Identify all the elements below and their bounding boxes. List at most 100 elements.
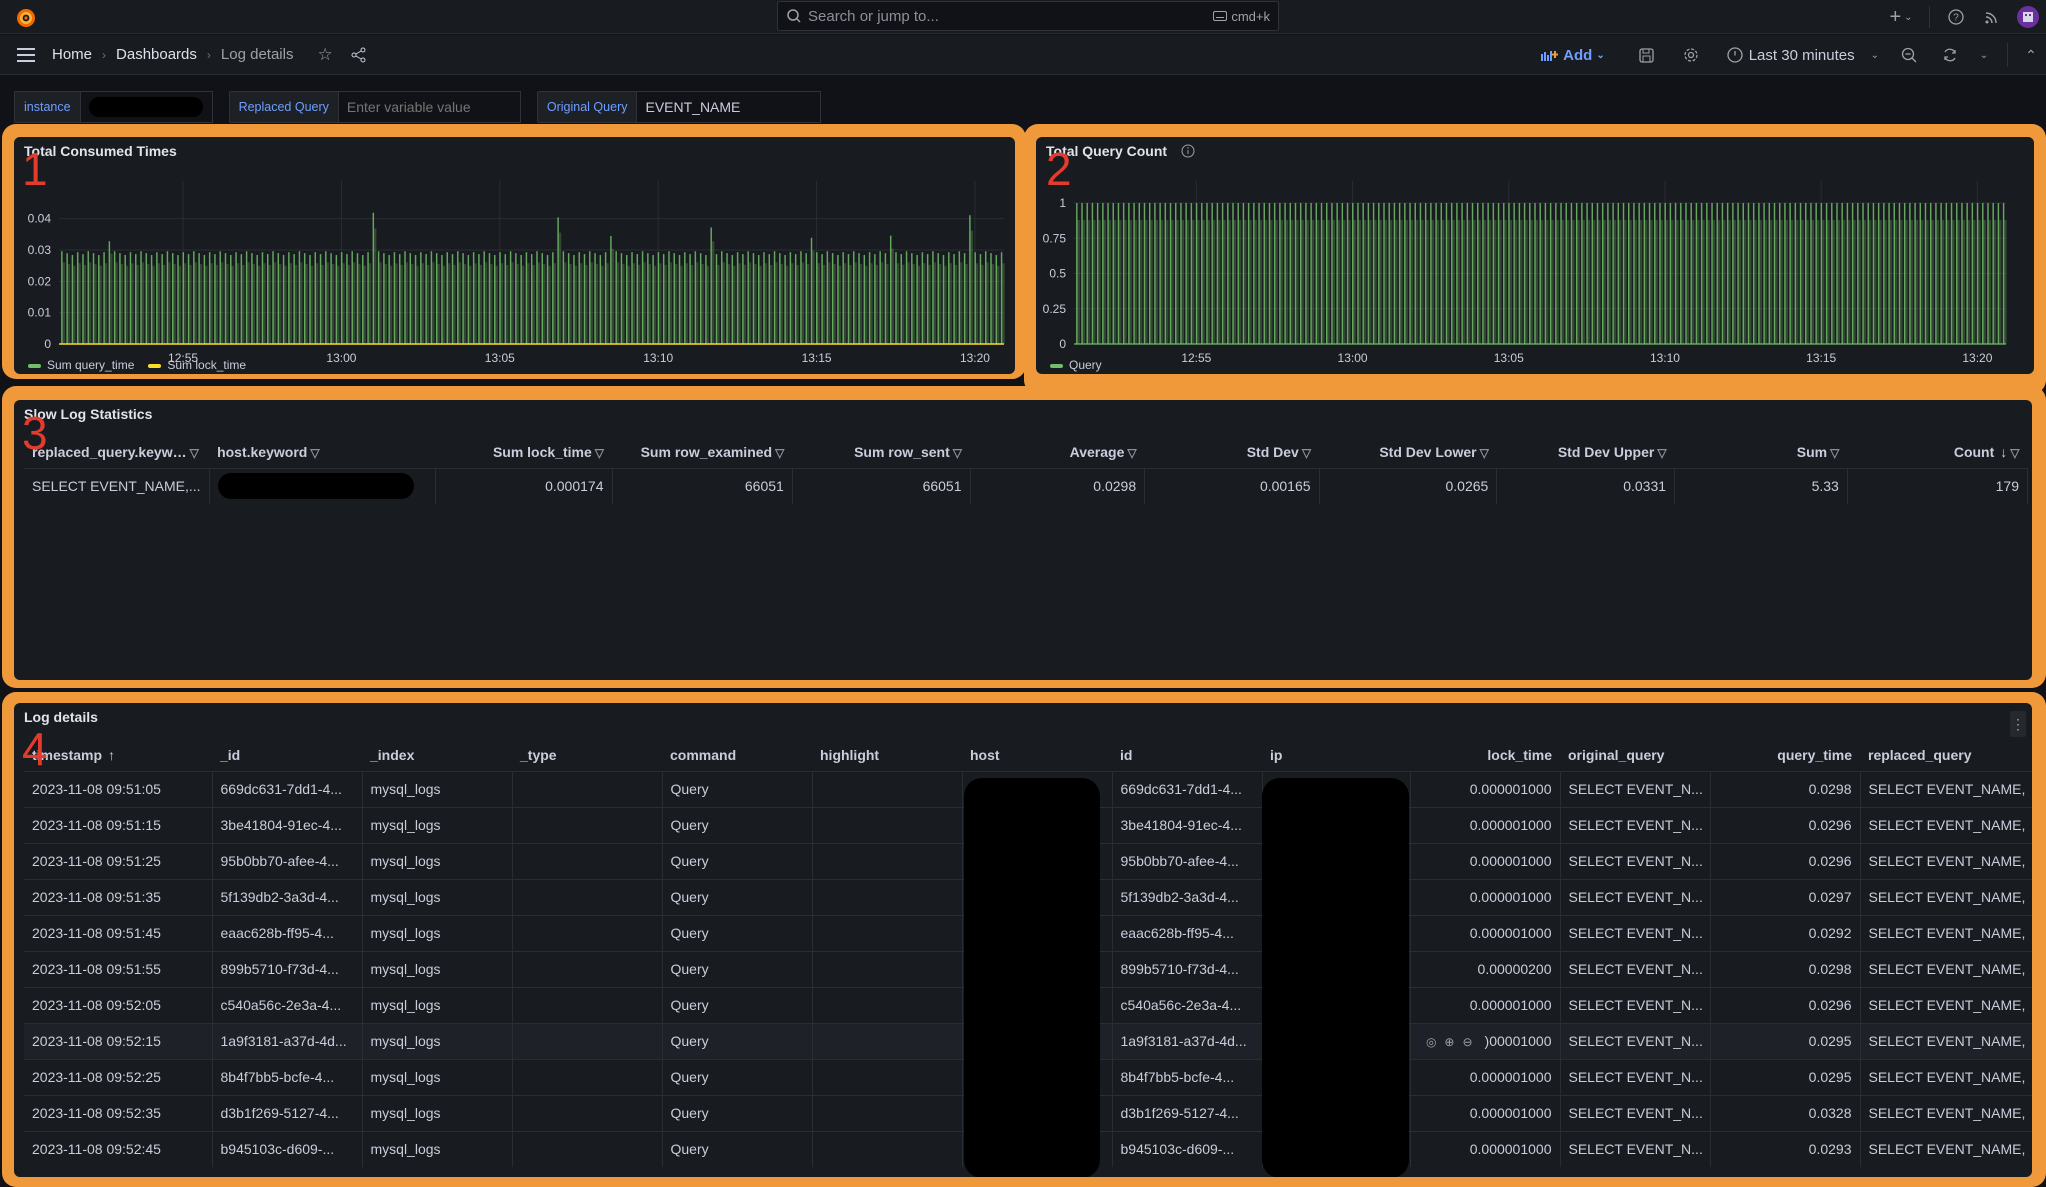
column-header[interactable]: Average ▽	[970, 436, 1145, 468]
data-bar	[1352, 203, 1354, 344]
refresh-icon[interactable]	[1931, 47, 1969, 63]
column-header[interactable]: Sum ▽	[1675, 436, 1848, 468]
column-header[interactable]: id	[1112, 739, 1262, 771]
column-header[interactable]: query_time	[1710, 739, 1860, 771]
data-bar	[124, 255, 126, 344]
new-plus-icon[interactable]: + ⌄	[1881, 6, 1921, 29]
filter-out-value-icon[interactable]: ⊖	[1462, 1035, 1472, 1049]
zoom-out-icon[interactable]	[1887, 47, 1931, 63]
sort-desc-icon[interactable]: ↓	[2000, 444, 2007, 460]
table-cell	[812, 914, 963, 951]
refresh-interval-chevron-icon[interactable]: ⌄	[1969, 50, 1999, 61]
table-row[interactable]: SELECT EVENT_NAME,... 0.000174 66051 66051 0…	[24, 467, 2029, 504]
collapse-chevron-up-icon[interactable]: ⌃	[2016, 47, 2046, 64]
filter-icon[interactable]: ▽	[595, 446, 604, 460]
data-bar	[1305, 203, 1307, 344]
data-bar-fill	[796, 264, 799, 344]
variable-input-replaced-query[interactable]	[338, 91, 521, 123]
data-bar	[631, 252, 633, 344]
column-header[interactable]: command	[662, 739, 812, 771]
column-header[interactable]: Sum row_examined ▽	[612, 436, 792, 468]
filter-icon[interactable]: ▽	[953, 446, 962, 460]
column-header[interactable]: timestamp ↑	[24, 739, 212, 771]
column-header[interactable]: replaced_query	[1860, 739, 2032, 771]
data-bar-fill	[1967, 219, 1971, 344]
column-header[interactable]: lock_time	[1410, 739, 1560, 771]
table-cell: d3b1f269-5127-4...	[1112, 1094, 1263, 1131]
data-bar-fill	[748, 262, 752, 344]
filter-icon[interactable]: ▽	[1480, 446, 1489, 460]
legend-item-query-time[interactable]: Sum query_time	[28, 358, 134, 372]
data-bar-fill	[1514, 219, 1518, 344]
news-rss-icon[interactable]	[1974, 9, 2010, 25]
filter-icon[interactable]: ▽	[190, 446, 199, 460]
table-cell	[812, 1094, 963, 1131]
panel-menu-icon[interactable]: ⋮	[2010, 711, 2026, 737]
table-cell: 8b4f7bb5-bcfe-4...	[212, 1058, 363, 1095]
filter-icon[interactable]: ▽	[2010, 446, 2019, 460]
add-button[interactable]: Add ⌄	[1541, 47, 1605, 64]
table-cell: 0.000001000	[1410, 986, 1561, 1023]
column-header[interactable]: _id	[212, 739, 362, 771]
data-bar-fill	[273, 262, 277, 344]
filter-for-value-icon[interactable]: ⊕	[1444, 1035, 1454, 1049]
data-bar	[351, 251, 353, 344]
data-bar-fill	[859, 264, 863, 344]
user-avatar[interactable]	[2010, 6, 2046, 28]
table-cell: mysql_logs	[362, 806, 513, 843]
column-header[interactable]: ip	[1262, 739, 1410, 771]
query-count-chart[interactable]: 0 0.25 0.5 0.75 1 12:55 13:00 13:05 13:10 13:15 13…	[1036, 149, 2034, 364]
table-cell	[209, 467, 437, 504]
grafana-logo-icon[interactable]	[14, 5, 38, 29]
search-bar[interactable]: Search or jump to... cmd+k	[777, 1, 1279, 31]
legend-item-lock-time[interactable]: Sum lock_time	[148, 358, 246, 372]
time-range-picker[interactable]: Last 30 minutes ⌄	[1727, 47, 1879, 64]
column-header[interactable]: Std Dev Lower ▽	[1319, 436, 1497, 468]
data-bar	[340, 252, 343, 344]
column-header[interactable]: _index	[362, 739, 512, 771]
data-bar	[1919, 203, 1922, 344]
sort-asc-icon[interactable]: ↑	[108, 747, 115, 763]
help-icon[interactable]: ?	[1938, 9, 1974, 25]
filter-icon[interactable]: ▽	[775, 446, 784, 460]
filter-icon[interactable]: ▽	[1657, 446, 1666, 460]
data-bar	[921, 252, 924, 344]
data-bar	[1294, 203, 1297, 344]
data-bar	[367, 252, 369, 344]
column-header[interactable]: Count ↓ ▽	[1847, 436, 2027, 468]
filter-icon[interactable]: ▽	[310, 446, 319, 460]
star-icon[interactable]: ☆	[317, 45, 332, 65]
share-icon[interactable]	[351, 47, 367, 63]
data-bar-fill	[1244, 219, 1247, 344]
column-header[interactable]: host.keyword ▽	[209, 436, 436, 468]
variable-input-original-query[interactable]: EVENT_NAME	[637, 91, 822, 123]
data-bar-fill	[1634, 219, 1637, 344]
data-bar	[430, 251, 433, 344]
breadcrumb-home[interactable]: Home	[52, 46, 92, 63]
legend-item-query[interactable]: Query	[1050, 358, 1102, 372]
data-bar-fill	[1254, 219, 1257, 344]
filter-icon[interactable]: ▽	[1830, 446, 1839, 460]
column-header[interactable]: _type	[512, 739, 662, 771]
settings-gear-icon[interactable]	[1669, 47, 1713, 63]
inspect-eye-icon[interactable]: ◎	[1426, 1035, 1436, 1049]
column-header[interactable]: Std Dev Upper ▽	[1497, 436, 1675, 468]
breadcrumb-dashboards[interactable]: Dashboards	[116, 46, 197, 63]
column-header[interactable]: Sum row_sent ▽	[792, 436, 970, 468]
column-header[interactable]: Sum lock_time ▽	[436, 436, 612, 468]
table-cell: SELECT EVENT_N...	[1560, 770, 1711, 807]
filter-icon[interactable]: ▽	[1127, 446, 1136, 460]
column-header[interactable]: Std Dev ▽	[1145, 436, 1319, 468]
breadcrumb-current: Log details	[220, 46, 294, 63]
menu-hamburger-icon[interactable]	[0, 35, 52, 75]
column-header[interactable]: replaced_query.keyw… ▽	[24, 436, 209, 468]
variable-input-instance[interactable]	[80, 91, 213, 123]
save-icon[interactable]	[1625, 47, 1669, 63]
data-bar-fill	[648, 264, 651, 344]
column-header[interactable]: host	[962, 739, 1112, 771]
filter-icon[interactable]: ▽	[1302, 446, 1311, 460]
column-header[interactable]: highlight	[812, 739, 962, 771]
column-header[interactable]: original_query	[1560, 739, 1710, 771]
consumed-times-chart[interactable]: 00.010.020.030.0412:55 13:00 13:05 13:10 13:…	[14, 149, 1015, 364]
data-bar-fill	[1400, 219, 1403, 344]
